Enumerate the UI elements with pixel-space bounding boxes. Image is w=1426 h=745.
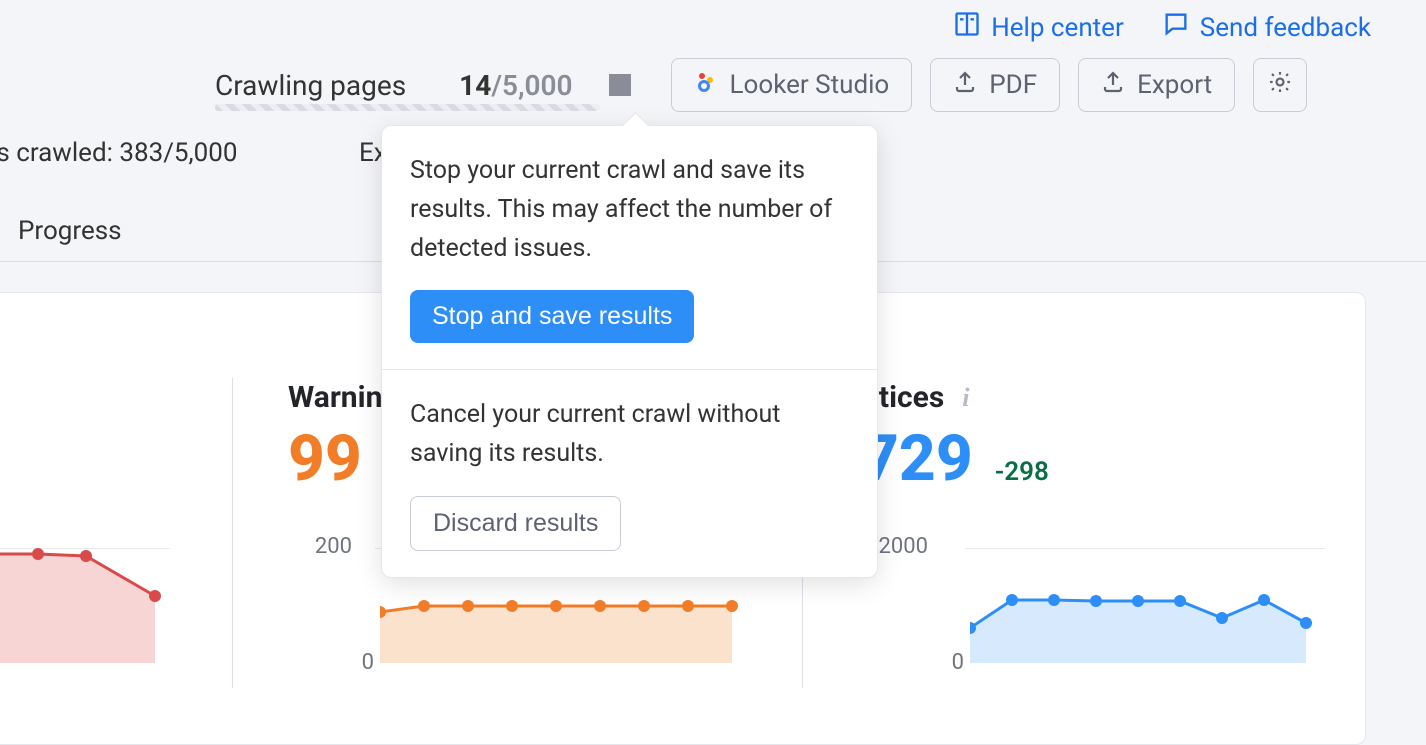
settings-button[interactable] bbox=[1253, 58, 1307, 112]
warnings-ytick-bot: 0 bbox=[314, 650, 374, 675]
pages-crawled-text: ges crawled: 383/5,000 bbox=[0, 138, 238, 168]
help-center-label: Help center bbox=[991, 13, 1124, 43]
discard-description: Cancel your current crawl without saving… bbox=[410, 396, 849, 474]
notices-chart: 2000 0 bbox=[870, 528, 1330, 688]
send-feedback-label: Send feedback bbox=[1200, 13, 1371, 43]
notices-title: otices i bbox=[862, 380, 1426, 415]
export-button[interactable]: Export bbox=[1078, 58, 1235, 112]
crawl-current: 14 bbox=[459, 69, 491, 102]
crawling-label: Crawling pages bbox=[215, 69, 406, 102]
discard-results-button[interactable]: Discard results bbox=[410, 496, 621, 551]
pdf-button[interactable]: PDF bbox=[930, 58, 1060, 112]
looker-studio-button[interactable]: Looker Studio bbox=[671, 58, 913, 112]
notices-delta: -298 bbox=[995, 457, 1049, 487]
crawl-progress-bar bbox=[215, 104, 600, 111]
col-divider bbox=[232, 378, 233, 688]
crawl-total: /5,000 bbox=[491, 69, 572, 102]
book-icon bbox=[953, 10, 981, 45]
gear-icon bbox=[1267, 69, 1293, 102]
looker-studio-label: Looker Studio bbox=[730, 70, 890, 100]
errors-chart-svg bbox=[0, 528, 170, 688]
stop-crawl-button[interactable] bbox=[609, 74, 631, 96]
pdf-label: PDF bbox=[989, 70, 1037, 100]
send-feedback-link[interactable]: Send feedback bbox=[1162, 10, 1371, 45]
info-icon[interactable]: i bbox=[962, 383, 969, 413]
help-center-link[interactable]: Help center bbox=[953, 10, 1124, 45]
upload-icon bbox=[953, 70, 977, 101]
tab-progress-label: Progress bbox=[18, 216, 122, 246]
errors-chart bbox=[0, 528, 170, 688]
stop-save-results-button[interactable]: Stop and save results bbox=[410, 290, 694, 343]
notices-value: 729 bbox=[862, 421, 973, 496]
warnings-ytick-top: 200 bbox=[292, 534, 352, 559]
stop-save-description: Stop your current crawl and save its res… bbox=[410, 152, 849, 268]
notices-row: 729 -298 bbox=[862, 421, 1426, 496]
crawl-progress-count: 14/5,000 bbox=[459, 69, 572, 102]
export-label: Export bbox=[1137, 70, 1212, 100]
stop-crawl-popover: Stop your current crawl and save its res… bbox=[381, 125, 878, 578]
notices-ytick-bot: 0 bbox=[904, 650, 964, 675]
upload-icon bbox=[1101, 70, 1125, 101]
looker-studio-icon bbox=[694, 70, 718, 101]
notices-chart-svg bbox=[970, 528, 1330, 688]
chat-icon bbox=[1162, 10, 1190, 45]
tab-progress[interactable]: Progress bbox=[18, 216, 122, 246]
